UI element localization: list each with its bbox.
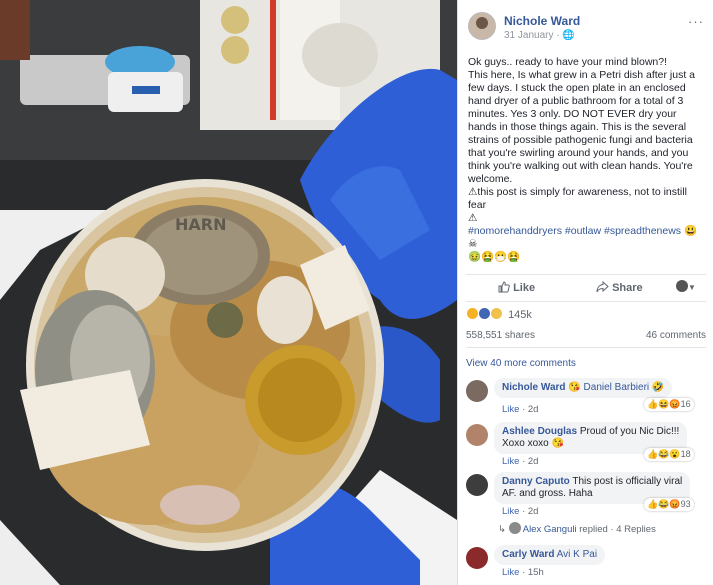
comment: Carly Ward Avi K Pai Like · 15h	[466, 545, 710, 585]
post-header: Nichole Ward 31 January · 🌐 ···	[466, 8, 710, 44]
commenter-avatar[interactable]	[466, 380, 488, 402]
thumbs-up-icon	[498, 281, 510, 293]
post-stats: 558,551 shares 46 comments	[466, 330, 706, 348]
post-date[interactable]: 31 January · 🌐	[504, 30, 575, 41]
warning-icon: ⚠	[468, 212, 478, 224]
post-text: Ok guys.. ready to have your mind blown?…	[468, 56, 706, 264]
comment: Danny Caputo This post is officially vir…	[466, 472, 710, 522]
svg-text:HARN: HARN	[175, 215, 226, 234]
replier-avatar	[508, 522, 521, 534]
comment-time[interactable]: 2d	[528, 456, 539, 467]
comment: Ashlee Douglas Proud of you Nic Dic!!! X…	[466, 422, 710, 468]
petri-dish-photo: HARN	[0, 0, 457, 585]
page-avatar-icon	[676, 280, 688, 292]
post-body-text: Ok guys.. ready to have your mind blown?…	[468, 56, 696, 185]
commenter-name[interactable]: Nichole Ward	[502, 382, 566, 393]
author-avatar[interactable]	[468, 12, 496, 40]
shares-count[interactable]: 558,551 shares	[466, 330, 535, 341]
comment-like-button[interactable]: Like	[502, 404, 519, 415]
comment-text: This post is officially viral	[572, 476, 683, 487]
post-warning-text: this post is simply for awareness, not t…	[468, 186, 690, 211]
comment-text-2: AF. and gross. Haha	[502, 488, 593, 499]
warning-icon: ⚠	[468, 186, 478, 198]
comment-text: Proud of you Nic Dic!!!	[579, 426, 680, 437]
more-options-button[interactable]: ···	[688, 14, 704, 29]
share-label: Share	[612, 282, 643, 294]
reaction-icons: 👍😆😡	[647, 399, 681, 409]
commenter-avatar[interactable]	[466, 424, 488, 446]
hashtags[interactable]: #nomorehanddryers #outlaw #spreadthenews	[468, 225, 681, 237]
commenter-avatar[interactable]	[466, 547, 488, 569]
comment-time[interactable]: 2d	[528, 506, 539, 517]
replies-link[interactable]: ↳ Alex Ganguli replied · 4 Replies	[498, 522, 656, 535]
comments-count[interactable]: 46 comments	[646, 330, 706, 341]
emoji-icon: 🤣	[651, 382, 665, 393]
reaction-icons: 👍😂😡	[647, 499, 681, 509]
comment-text[interactable]: Avi K Pai	[557, 549, 597, 560]
commenter-avatar[interactable]	[466, 474, 488, 496]
commenter-name[interactable]: Carly Ward	[502, 549, 554, 560]
post-photo[interactable]: HARN	[0, 0, 457, 585]
share-icon	[596, 280, 609, 293]
emoji-icon: 😘	[551, 438, 564, 449]
post-actions-bar: Like Share ▼	[466, 274, 706, 302]
comment-meta: Like · 2d	[502, 404, 539, 415]
comment-like-button[interactable]: Like	[502, 506, 519, 517]
reaction-icons: 👍😂😮	[647, 449, 681, 459]
comment-meta: Like · 2d	[502, 456, 539, 467]
dropdown-arrow-icon: ▼	[688, 283, 696, 292]
comment-text[interactable]: Daniel Barbieri	[584, 382, 650, 393]
emoji-icon: 😘	[568, 382, 581, 393]
reaction-count: 145k	[508, 309, 532, 321]
comment-like-button[interactable]: Like	[502, 567, 519, 578]
comment-meta: Like · 15h	[502, 567, 544, 578]
like-button[interactable]: Like	[498, 281, 535, 294]
comment-reactions[interactable]: 👍😂😡93	[644, 498, 694, 511]
comment-bubble: Carly Ward Avi K Pai	[494, 545, 606, 565]
emoji-row-2: 🤢🤮😷🤮	[468, 251, 521, 263]
like-label: Like	[513, 282, 536, 294]
commenter-name[interactable]: Ashlee Douglas	[502, 426, 577, 437]
comment-time[interactable]: 15h	[528, 567, 544, 578]
author-name[interactable]: Nichole Ward	[504, 14, 580, 28]
comment-time[interactable]: 2d	[528, 404, 539, 415]
comment-like-button[interactable]: Like	[502, 456, 519, 467]
view-more-comments[interactable]: View 40 more comments	[466, 358, 576, 369]
share-button[interactable]: Share	[596, 280, 643, 294]
reaction-picker[interactable]: ▼	[676, 280, 696, 293]
sad-reaction-icon	[490, 307, 503, 320]
reply-label: replied	[579, 524, 608, 535]
replier-name: Alex Ganguli	[522, 524, 577, 535]
post-panel: Nichole Ward 31 January · 🌐 ··· Ok guys.…	[457, 0, 713, 585]
reactions-summary[interactable]: 145k	[466, 307, 532, 321]
comment-bubble: Nichole Ward 😘 Daniel Barbieri 🤣	[494, 378, 673, 398]
globe-icon: 🌐	[562, 30, 575, 41]
comment: Nichole Ward 😘 Daniel Barbieri 🤣 👍😆😡16 L…	[466, 378, 710, 416]
commenter-name[interactable]: Danny Caputo	[502, 476, 570, 487]
comment-reactions[interactable]: 👍😂😮18	[644, 448, 694, 461]
reply-arrow-icon: ↳	[498, 524, 506, 535]
reply-count: · 4 Replies	[610, 524, 656, 535]
comment-reactions[interactable]: 👍😆😡16	[644, 398, 694, 411]
comment-meta: Like · 2d	[502, 506, 539, 517]
comment-text-2: Xoxo xoxo	[502, 438, 549, 449]
